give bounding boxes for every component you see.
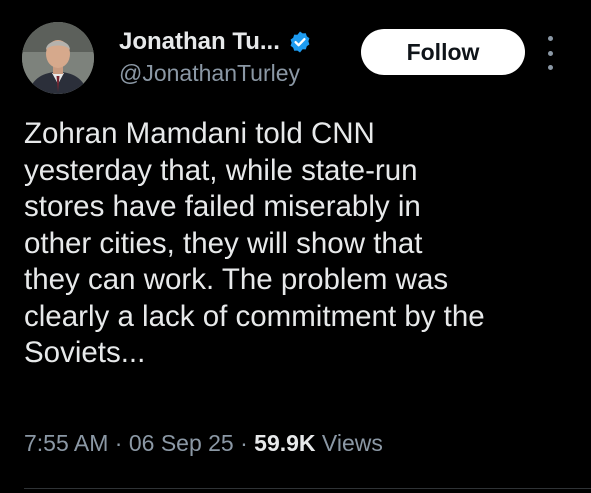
tweet-text-line: they can work. The problem was — [24, 263, 449, 296]
profile-photo — [22, 22, 94, 94]
views-label: Views — [315, 430, 383, 456]
meta-separator: · — [233, 430, 255, 456]
tweet-text-line: Zohran Mamdani told CNN — [24, 117, 375, 150]
views-count[interactable]: 59.9K — [254, 430, 315, 456]
tweet-text-line: yesterday that, while state-run — [24, 153, 418, 187]
more-dot — [547, 36, 553, 41]
tweet-text: Zohran Mamdani told CNN yesterday that, … — [24, 116, 579, 372]
tweet-meta: 7:55 AM · 06 Sep 25 · 59.9K Views — [24, 430, 383, 457]
avatar[interactable] — [22, 22, 94, 94]
tweet-text-line: clearly a lack of commitment by the — [24, 299, 485, 333]
tweet-date[interactable]: 06 Sep 25 — [129, 430, 234, 456]
more-dot — [547, 65, 553, 70]
author-display-name[interactable]: Jonathan Tu... — [119, 28, 280, 56]
more-vertical-icon[interactable] — [540, 36, 560, 70]
tweet-text-line: stores have failed miserably in — [24, 190, 421, 223]
author-name-row[interactable]: Jonathan Tu... — [119, 24, 312, 60]
tweet-text-line: other cities, they will show that — [24, 226, 423, 260]
verified-badge-icon[interactable] — [288, 30, 312, 54]
tweet-text-line: Soviets... — [24, 336, 146, 369]
more-dot — [547, 50, 553, 56]
tweet-time[interactable]: 7:55 AM — [24, 430, 108, 456]
meta-separator: · — [108, 430, 129, 456]
follow-button[interactable]: Follow — [361, 29, 525, 75]
author-handle[interactable]: @JonathanTurley — [119, 60, 300, 87]
tweet-card: Jonathan Tu... @JonathanTurley Follow Zo… — [0, 0, 591, 493]
divider — [24, 488, 591, 489]
